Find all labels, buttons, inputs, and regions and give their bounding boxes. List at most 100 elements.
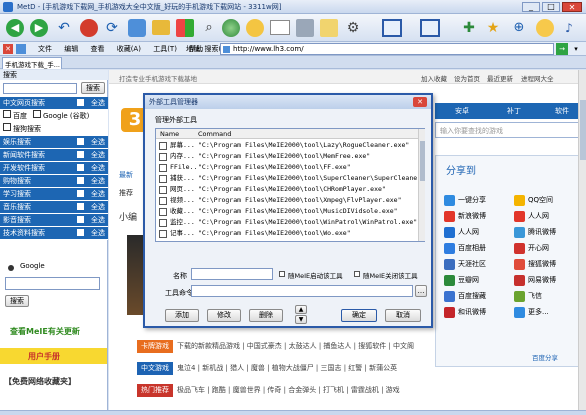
tool-row[interactable]: 网页... "C:\Program Files\MeIE2000\tool\CHR… (156, 184, 418, 195)
row-select-all[interactable]: 全选 (91, 188, 105, 200)
page-scrollbar[interactable] (578, 70, 586, 410)
sidebar-row[interactable]: 开发软件搜索 全选 (0, 162, 108, 175)
sidebar-search-button-2[interactable]: 搜索 (5, 295, 29, 307)
tool-row[interactable]: 捕获... "C:\Program Files\MeIE2000\tool\Sup… (156, 173, 418, 184)
menu-view[interactable]: 查看 (90, 45, 104, 53)
browse-button[interactable]: … (415, 285, 427, 297)
col-command-header[interactable]: Command (198, 129, 231, 139)
category-links[interactable]: 鬼泣4 | 新机战 | 猎人 | 魔兽 | 植物大战僵尸 | 三国志 | 红警 … (177, 364, 397, 372)
mail-icon[interactable] (270, 20, 290, 35)
sidebar-search-input[interactable] (3, 83, 77, 94)
row-select-all[interactable]: 全选 (91, 136, 105, 148)
modify-button[interactable]: 修改 (207, 309, 241, 322)
category-tag[interactable]: 卡牌游戏 (137, 340, 173, 353)
delete-button[interactable]: 删除 (249, 309, 283, 322)
share-item-left[interactable]: 豆瓣网 (444, 272, 510, 288)
share-item-right[interactable]: 飞信 (514, 288, 580, 304)
tab-active[interactable]: 手机游戏下载_手... (2, 57, 62, 69)
row-checkbox[interactable] (77, 216, 84, 223)
move-down-button[interactable]: ▼ (295, 315, 307, 324)
forward-icon[interactable]: ▶ (30, 19, 48, 37)
favorites-icon[interactable]: ★ (484, 19, 502, 37)
category-tag[interactable]: 中文游戏 (137, 362, 173, 375)
tool-row[interactable]: 视频... "C:\Program Files\MeIE2000\tool\Xmp… (156, 195, 418, 206)
tool-checkbox[interactable] (159, 174, 167, 183)
share-item-left[interactable]: 百度搜藏 (444, 288, 510, 304)
menu-file[interactable]: 文件 (38, 45, 52, 53)
globe-icon[interactable] (222, 19, 240, 37)
share-item-left[interactable]: 天涯社区 (444, 256, 510, 272)
row-checkbox[interactable] (77, 151, 84, 158)
category-links[interactable]: 下载的新款精品游戏 | 中国式豪杰 | 太鼓达人 | 捕鱼达人 | 搜狐软件 |… (177, 342, 414, 350)
tool-checkbox[interactable] (159, 196, 167, 205)
menu-edit[interactable]: 编辑 (64, 45, 78, 53)
sidebar-row[interactable]: 娱乐搜索 全选 (0, 136, 108, 149)
scrollbar-thumb[interactable] (580, 100, 586, 160)
share-item-right[interactable]: 更多... (514, 304, 580, 320)
share-bottom-link[interactable]: 百度分享 (532, 352, 558, 362)
share-item-left[interactable]: 百度相册 (444, 240, 510, 256)
top-link-homepage[interactable]: 设为首页 (454, 73, 480, 83)
print-icon[interactable] (296, 19, 314, 37)
promo-favorites-link[interactable]: 【免费网络收藏夹】 (4, 376, 107, 387)
tool-checkbox[interactable] (159, 141, 167, 150)
search-icon[interactable]: ⌕ (200, 19, 218, 37)
history-icon[interactable] (246, 19, 264, 37)
address-dropdown-icon[interactable]: ▾ (570, 43, 582, 55)
tool-checkbox[interactable] (159, 207, 167, 216)
tab-patch[interactable]: 补丁 (507, 106, 521, 116)
row-select-all[interactable]: 全选 (91, 227, 105, 239)
tool-checkbox[interactable] (159, 152, 167, 161)
menu-favorites[interactable]: 收藏(A) (117, 45, 141, 53)
share-item-right[interactable]: 搜狐微博 (514, 256, 580, 272)
stop-icon[interactable] (80, 19, 98, 37)
row-checkbox[interactable] (77, 177, 84, 184)
tools-list[interactable]: Name Command 屏幕... "C:\Program Files\MeIE… (155, 128, 425, 242)
sidebar-row-web[interactable]: 中文网页搜索 全选 (0, 97, 108, 110)
top-link-favorite[interactable]: 加入收藏 (421, 73, 447, 83)
row-select-all[interactable]: 全选 (91, 149, 105, 161)
settings-icon[interactable]: ⚙ (344, 19, 362, 37)
menu-close-icon[interactable]: ✕ (3, 44, 13, 54)
back-icon[interactable]: ◀ (6, 19, 24, 37)
start-checkbox[interactable] (279, 271, 285, 277)
go-button[interactable]: → (556, 43, 568, 55)
close-button[interactable]: ✕ (562, 2, 582, 12)
address-input[interactable]: http://www.lh3.com/ (220, 43, 554, 55)
windows-icon[interactable] (176, 19, 194, 37)
sidebar-row[interactable]: 影音搜索 全选 (0, 214, 108, 227)
category-tag[interactable]: 热门推荐 (137, 384, 173, 397)
checkbox-sogou[interactable] (3, 123, 11, 131)
ok-button[interactable]: 确定 (341, 309, 377, 322)
tool-row[interactable]: FFile..."C:\Program Files\MeIE2000\tool\… (156, 162, 418, 173)
tool-checkbox[interactable] (159, 218, 167, 227)
row-checkbox[interactable] (77, 203, 84, 210)
sidebar-search-button[interactable]: 搜索 (81, 82, 105, 94)
tool-row[interactable]: 内存... "C:\Program Files\MeIE2000\tool\Mem… (156, 151, 418, 162)
menu-tools[interactable]: 工具(T) (153, 45, 177, 53)
tool-row[interactable]: 屏幕... "C:\Program Files\MeIE2000\tool\Laz… (156, 140, 418, 151)
share-item-right[interactable]: 腾讯微博 (514, 224, 580, 240)
folder-icon[interactable] (152, 20, 170, 35)
undo-icon[interactable]: ↶ (55, 19, 73, 37)
google-radio[interactable] (8, 265, 14, 271)
checkbox-baidu[interactable] (3, 110, 11, 118)
tools-icon[interactable]: ✚ (460, 19, 478, 37)
row-select-all[interactable]: 全选 (91, 214, 105, 226)
row-select-all[interactable]: 全选 (91, 175, 105, 187)
tools-list-scrollbar[interactable] (418, 129, 425, 241)
share-item-right[interactable]: 开心网 (514, 240, 580, 256)
share-item-left[interactable]: 新浪微博 (444, 208, 510, 224)
sidebar-row[interactable]: 购物搜索 全选 (0, 175, 108, 188)
game-search-input[interactable]: 输入你要查找的游戏 (435, 122, 581, 138)
tool-row[interactable]: 记事... "C:\Program Files\MeIE2000\tool\Wo.… (156, 228, 418, 239)
row-checkbox[interactable] (77, 99, 84, 106)
sidebar-row-baidu[interactable]: 百度 Google (谷歌) (0, 110, 108, 123)
tool-row[interactable]: 监控... "C:\Program Files\MeIE2000\tool\Win… (156, 217, 418, 228)
tools-list-scroll-thumb[interactable] (420, 141, 425, 181)
sidebar-toggle-icon[interactable] (420, 19, 440, 37)
zoom-icon[interactable]: ⊕ (510, 19, 528, 37)
refresh-icon[interactable]: ⟳ (103, 19, 121, 37)
row-checkbox[interactable] (77, 164, 84, 171)
row-select-all[interactable]: 全选 (91, 162, 105, 174)
